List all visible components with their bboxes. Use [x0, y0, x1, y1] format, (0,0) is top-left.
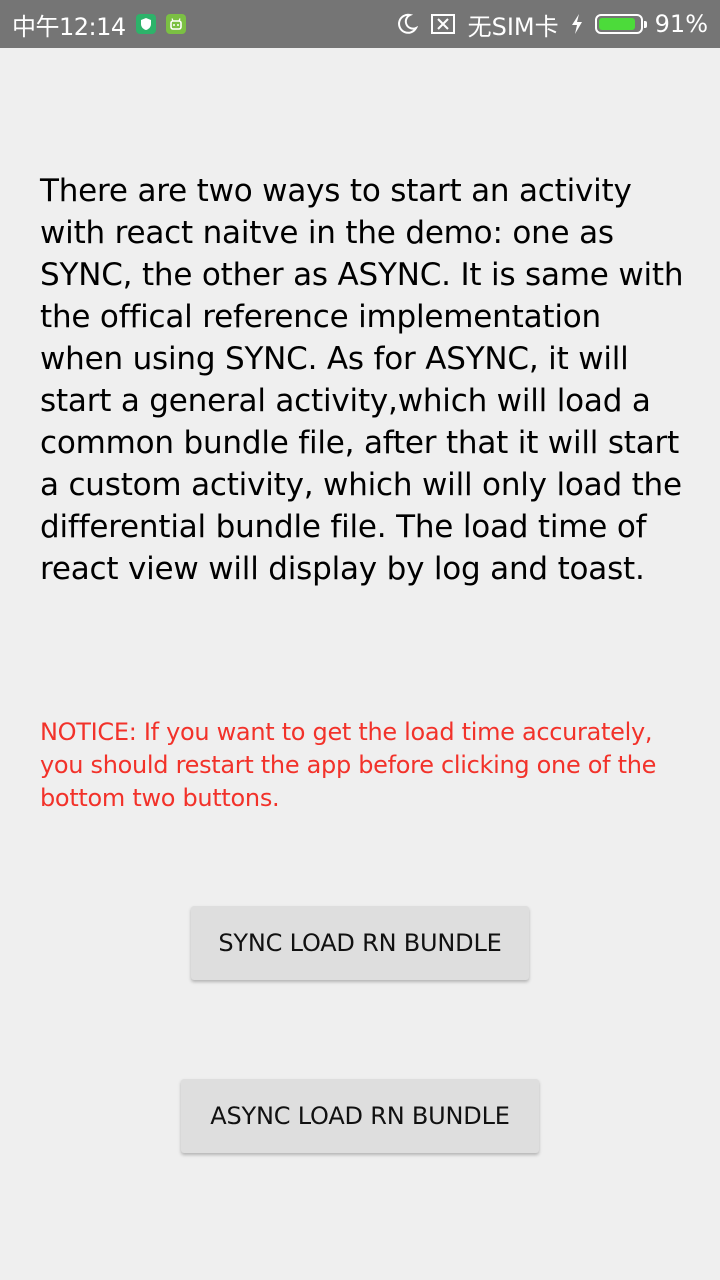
status-bar-right: 无SIM卡 91% — [384, 0, 708, 48]
notice-text: NOTICE: If you want to get the load time… — [40, 718, 657, 812]
async-load-button[interactable]: ASYNC LOAD RN BUNDLE — [181, 1079, 539, 1153]
battery-icon — [594, 14, 647, 34]
sim-status-text: 无SIM卡 — [467, 12, 559, 41]
battery-percent: 91% — [654, 10, 708, 38]
description-text: There are two ways to start an activity … — [40, 173, 684, 587]
sync-load-button[interactable]: SYNC LOAD RN BUNDLE — [191, 906, 529, 980]
main-content: There are two ways to start an activity … — [40, 170, 685, 590]
battery-fill — [598, 18, 636, 30]
status-bar: 中午12:14 无SIM卡 91% — [0, 0, 720, 48]
moon-icon — [396, 13, 418, 35]
shield-icon — [135, 14, 156, 34]
no-sim-box-icon — [430, 13, 456, 35]
status-time: 中午12:14 — [12, 12, 126, 41]
lightning-icon — [571, 14, 583, 34]
status-bar-left: 中午12:14 — [12, 0, 186, 48]
android-icon — [165, 14, 186, 34]
